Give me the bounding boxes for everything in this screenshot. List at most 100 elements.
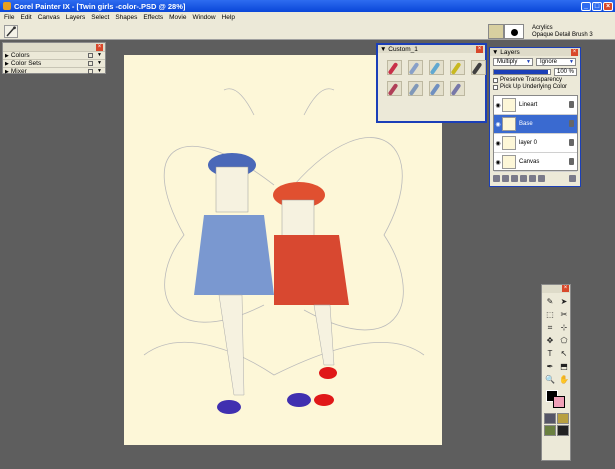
composite-method-select[interactable]: Multiply ▼ (493, 58, 533, 66)
opacity-slider[interactable] (493, 69, 551, 75)
tool-5-icon[interactable]: ⌗ (544, 322, 556, 333)
menu-canvas[interactable]: Canvas (38, 14, 60, 21)
tool-14-icon[interactable]: ✋ (558, 374, 570, 385)
menu-edit[interactable]: Edit (20, 14, 31, 21)
eye-icon[interactable]: ◉ (494, 140, 502, 147)
menu-shapes[interactable]: Shapes (115, 14, 137, 21)
custom-brush-8[interactable] (429, 81, 444, 96)
pattern-selector-icon[interactable] (544, 425, 556, 436)
layer-row-layer-0[interactable]: ◉ layer 0 (494, 134, 577, 153)
custom-panel-header[interactable]: ▼ Custom_1 × (378, 45, 485, 53)
colors-panel-item-colors[interactable]: ▶ Colors ▼ (3, 51, 105, 59)
paper-selector-icon[interactable] (544, 413, 556, 424)
menu-select[interactable]: Select (91, 14, 109, 21)
delete-layer-icon[interactable] (569, 175, 576, 182)
layers-panel-header[interactable]: ▼ Layers × (490, 48, 580, 56)
blue-dress (194, 215, 274, 295)
collapse-triangle-icon[interactable]: ▼ (492, 49, 498, 56)
colors-panel-close-icon[interactable]: × (96, 43, 103, 51)
lock-layer-icon[interactable] (538, 175, 545, 182)
panel-menu-icon[interactable]: ▼ (97, 68, 102, 74)
tool-3-icon[interactable]: ⬚ (544, 309, 556, 320)
collapse-triangle-icon[interactable]: ▼ (380, 46, 386, 53)
menu-movie[interactable]: Movie (169, 14, 186, 21)
panel-square-icon[interactable] (88, 69, 93, 74)
brush-icon (429, 62, 441, 75)
close-button[interactable]: × (603, 1, 613, 11)
tool-8-icon[interactable]: ⬠ (558, 335, 570, 346)
brush-selector[interactable] (488, 24, 528, 39)
custom-brush-7[interactable] (408, 81, 423, 96)
panel-square-icon[interactable] (88, 53, 93, 58)
preserve-transparency-option[interactable]: Preserve Transparency (490, 76, 580, 83)
tool-2-icon[interactable]: ➤ (558, 296, 570, 307)
dynamic-plugins-icon[interactable] (502, 175, 509, 182)
eye-icon[interactable]: ◉ (494, 121, 502, 128)
custom-brush-5[interactable] (471, 60, 486, 75)
layer-commands-icon[interactable] (493, 175, 500, 182)
lock-icon[interactable] (569, 158, 574, 165)
dropper-tool-icon[interactable] (4, 25, 18, 38)
pick-up-underlying-checkbox[interactable] (493, 84, 498, 90)
menu-help[interactable]: Help (222, 14, 235, 21)
lock-icon[interactable] (569, 101, 574, 108)
brush-variant-icon[interactable] (504, 24, 524, 39)
custom-brush-9[interactable] (450, 81, 465, 96)
brush-icon (450, 83, 462, 96)
minimize-button[interactable]: _ (581, 1, 591, 11)
layer-row-canvas[interactable]: ◉ Canvas (494, 153, 577, 172)
tool-7-icon[interactable]: ✥ (544, 335, 556, 346)
composite-depth-select[interactable]: Ignore ▼ (536, 58, 576, 66)
layer-row-base[interactable]: ◉ Base (494, 115, 577, 134)
colors-panel-header[interactable]: × (3, 43, 105, 51)
tool-13-icon[interactable]: 🔍 (544, 374, 556, 385)
lock-icon[interactable] (569, 120, 574, 127)
new-layer-icon[interactable] (520, 175, 527, 182)
preserve-transparency-checkbox[interactable] (493, 77, 498, 83)
pick-up-underlying-label: Pick Up Underlying Color (500, 84, 568, 90)
menu-window[interactable]: Window (192, 14, 215, 21)
tool-9-icon[interactable]: T (544, 348, 556, 359)
menu-layers[interactable]: Layers (66, 14, 86, 21)
maximize-button[interactable]: □ (592, 1, 602, 11)
layer-row-lineart[interactable]: ◉ Lineart (494, 96, 577, 115)
toolbox-close-icon[interactable]: × (562, 285, 569, 292)
layers-panel-close-icon[interactable]: × (571, 48, 578, 56)
panel-square-icon[interactable] (88, 61, 93, 66)
eye-icon[interactable]: ◉ (494, 159, 502, 166)
custom-brush-1[interactable] (387, 60, 402, 75)
custom-panel-close-icon[interactable]: × (476, 45, 483, 53)
lock-icon[interactable] (569, 139, 574, 146)
custom-brush-6[interactable] (387, 81, 402, 96)
custom-brush-4[interactable] (450, 60, 465, 75)
chevron-down-icon: ▼ (526, 59, 531, 65)
panel-menu-icon[interactable]: ▼ (97, 52, 102, 58)
layer-name: Canvas (519, 159, 540, 165)
new-layer-mask-icon[interactable] (529, 175, 536, 182)
custom-brush-panel: ▼ Custom_1 × (376, 43, 487, 123)
colors-panel-item-mixer[interactable]: ▶ Mixer ▼ (3, 67, 105, 75)
panel-menu-icon[interactable]: ▼ (97, 60, 102, 66)
colors-panel-item-color-sets[interactable]: ▶ Color Sets ▼ (3, 59, 105, 67)
custom-brush-2[interactable] (408, 60, 423, 75)
tool-10-icon[interactable]: ↖ (558, 348, 570, 359)
toolbox-header[interactable]: × (542, 285, 570, 293)
chevron-down-icon: ▼ (569, 59, 574, 65)
eye-icon[interactable]: ◉ (494, 102, 502, 109)
tool-12-icon[interactable]: ⬒ (558, 361, 570, 372)
weaving-selector-icon[interactable] (557, 425, 569, 436)
additional-color-swatch[interactable] (553, 396, 565, 408)
menu-effects[interactable]: Effects (143, 14, 163, 21)
menu-file[interactable]: File (4, 14, 14, 21)
tool-6-icon[interactable]: ⊹ (558, 322, 570, 333)
custom-brush-3[interactable] (429, 60, 444, 75)
layer-thumbnail (502, 155, 516, 169)
opacity-value[interactable]: 100 % (553, 68, 577, 76)
brush-category-icon[interactable] (488, 24, 504, 39)
tool-11-icon[interactable]: ✒ (544, 361, 556, 372)
tool-4-icon[interactable]: ✂ (558, 309, 570, 320)
tool-1-icon[interactable]: ✎ (544, 296, 556, 307)
layer-mask-icon[interactable] (511, 175, 518, 182)
gradient-selector-icon[interactable] (557, 413, 569, 424)
pick-up-underlying-option[interactable]: Pick Up Underlying Color (490, 83, 580, 90)
